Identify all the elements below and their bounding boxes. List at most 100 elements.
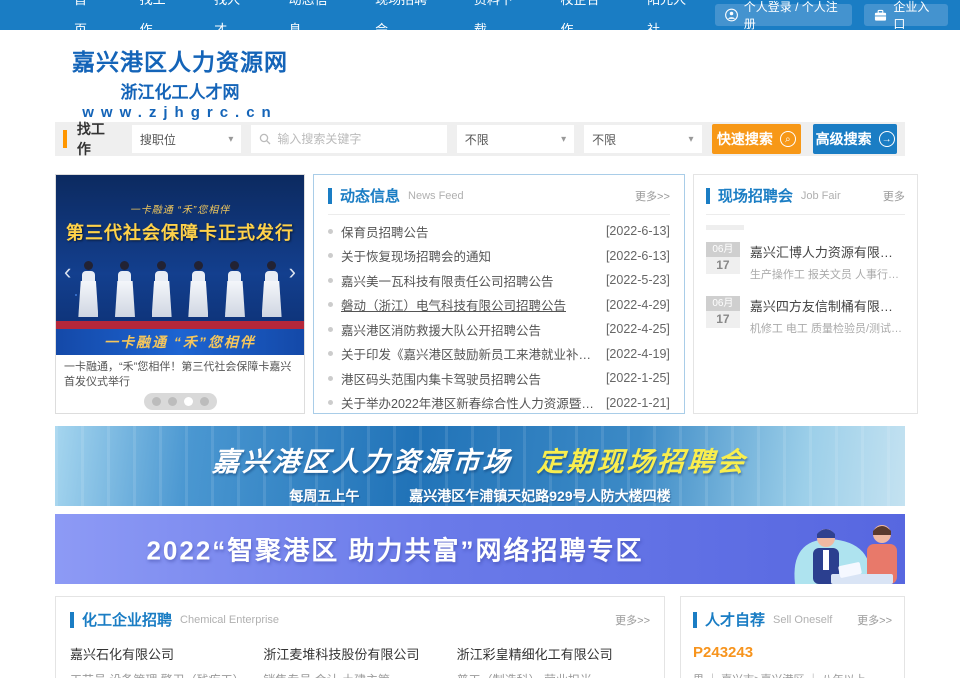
stage-floor <box>56 321 304 329</box>
advanced-search-button[interactable]: 高级搜索 → <box>813 124 897 154</box>
news-item[interactable]: 关于举办2022年港区新春综合性人力资源暨春风... [2022-1-21] <box>328 391 670 416</box>
job-fair-item[interactable]: 06月 17 嘉兴汇博人力资源有限公司 生产操作工 报关文员 人事行政助理... <box>706 242 905 282</box>
chemical-companies: 嘉兴石化有限公司 工艺员 设备管理 警卫（残疾工） 浙江麦堆科技股份有限公司 销… <box>70 644 650 678</box>
quick-search-icon: ⌕ <box>780 131 796 147</box>
panel-accent-bar <box>70 612 74 628</box>
nav-item-job-fair[interactable]: 现场招聘会 <box>356 0 455 45</box>
news-item-link[interactable]: 嘉兴美一瓦科技有限责任公司招聘公告 <box>341 271 554 290</box>
job-fair-item[interactable]: 06月 17 嘉兴四方友信制桶有限公司 机修工 电工 质量检验员/测试员 叉车.… <box>706 296 905 336</box>
news-feed-header: 动态信息 News Feed 更多>> <box>328 185 670 206</box>
news-item-date: [2022-6-13] <box>598 224 670 238</box>
briefcase-icon <box>874 9 887 22</box>
company-jobs: 工艺员 设备管理 警卫（残疾工） <box>70 671 253 678</box>
news-item-link[interactable]: 关于印发《嘉兴港区鼓励新员工来港就业补助操作... <box>341 344 598 363</box>
personal-login-label: 个人登录 / 个人注册 <box>744 0 843 32</box>
news-item[interactable]: 嘉兴港区消防救援大队公开招聘公告 [2022-4-25] <box>328 317 670 342</box>
panel-accent-bar <box>706 188 710 204</box>
stage-person <box>77 261 99 321</box>
carousel-next-arrow-icon[interactable]: › <box>289 261 296 283</box>
news-more-link[interactable]: 更多>> <box>635 188 670 204</box>
news-item-link[interactable]: 关于恢复现场招聘会的通知 <box>341 246 491 265</box>
job-fair-panel: 现场招聘会 Job Fair 更多 06月 17 嘉兴汇博人力资源有限公司 生产… <box>693 174 918 414</box>
news-item[interactable]: 嘉兴美一瓦科技有限责任公司招聘公告 [2022-5-23] <box>328 268 670 293</box>
company-jobs: 普工（制造科） 营业担当 <box>457 671 640 678</box>
carousel-dot[interactable] <box>200 397 209 406</box>
news-item-link[interactable]: 港区码头范围内集卡驾驶员招聘公告 <box>341 369 541 388</box>
search-field-select[interactable]: 搜职位 ▾ <box>132 125 242 153</box>
quick-search-label: 快速搜索 <box>717 129 773 149</box>
banner1-address: 嘉兴港区乍浦镇天妃路929号人防大楼四楼 <box>409 488 670 504</box>
search-icon <box>259 133 271 145</box>
chevron-down-icon: ▾ <box>688 134 693 145</box>
stage-person <box>261 261 283 321</box>
chemical-company[interactable]: 嘉兴石化有限公司 工艺员 设备管理 警卫（残疾工） <box>70 644 263 678</box>
online-recruitment-banner[interactable]: 2022“智聚港区 助力共富”网络招聘专区 <box>55 514 905 584</box>
self-recommendation-header: 人才自荐 Sell Oneself 更多>> <box>693 609 892 630</box>
keyword-input[interactable] <box>277 132 438 146</box>
nav-item-school-cooperation[interactable]: 校企合作 <box>542 0 629 45</box>
person-icon <box>725 8 738 22</box>
chemical-company[interactable]: 浙江麦堆科技股份有限公司 销售专员 会计 土建主管 <box>263 644 456 678</box>
nav-item-home[interactable]: 首 页 <box>55 0 121 45</box>
job-fair-dash-decoration <box>706 225 744 230</box>
carousel-dot[interactable] <box>168 397 177 406</box>
site-logo[interactable]: 嘉兴港区人力资源网 浙江化工人才网 www.zjhgrc.cn <box>55 30 305 121</box>
personal-login-button[interactable]: 个人登录 / 个人注册 <box>715 4 853 26</box>
banner1-title: 嘉兴港区人力资源市场 定期现场招聘会 <box>55 440 905 479</box>
filter2-select[interactable]: 不限 ▾ <box>584 125 701 153</box>
carousel-dot[interactable] <box>152 397 161 406</box>
top-navigation: 首 页 找工作 找人才 动态信息 现场招聘会 资料下载 校企合作 阳光人社 个人… <box>0 0 960 30</box>
nav-item-find-job[interactable]: 找工作 <box>121 0 195 45</box>
enterprise-entry-button[interactable]: 企业入口 <box>864 4 948 26</box>
job-fair-banner[interactable]: 嘉兴港区人力资源市场 定期现场招聘会 每周五上午 嘉兴港区乍浦镇天妃路929号人… <box>55 426 905 506</box>
carousel-slide[interactable]: 一卡融通 “禾”您相伴 第三代社会保障卡正式发行 一卡融通 “禾”您相伴 ‹ › <box>56 175 304 355</box>
job-fair-company[interactable]: 嘉兴四方友信制桶有限公司 <box>750 296 905 315</box>
company-jobs: 销售专员 会计 土建主管 <box>263 671 446 678</box>
filter1-value: 不限 <box>465 131 489 148</box>
news-item[interactable]: 保育员招聘公告 [2022-6-13] <box>328 219 670 244</box>
company-name[interactable]: 嘉兴石化有限公司 <box>70 644 253 663</box>
chemical-subtitle: Chemical Enterprise <box>180 614 279 626</box>
filter1-select[interactable]: 不限 ▾ <box>457 125 574 153</box>
stage-person <box>114 261 136 321</box>
carousel-dot-active[interactable] <box>184 397 193 406</box>
news-item[interactable]: 磐动（浙江）电气科技有限公司招聘公告 [2022-4-29] <box>328 293 670 318</box>
news-item-date: [2022-6-13] <box>598 249 670 263</box>
company-name[interactable]: 浙江麦堆科技股份有限公司 <box>263 644 446 663</box>
carousel-prev-arrow-icon[interactable]: ‹ <box>64 261 71 283</box>
self-recommendation-more-link[interactable]: 更多>> <box>857 612 892 628</box>
stage-person <box>151 261 173 321</box>
job-fair-company[interactable]: 嘉兴汇博人力资源有限公司 <box>750 242 905 261</box>
chemical-more-link[interactable]: 更多>> <box>615 612 650 628</box>
nav-item-find-talent[interactable]: 找人才 <box>195 0 269 45</box>
bullet-icon <box>328 400 333 405</box>
quick-search-button[interactable]: 快速搜索 ⌕ <box>712 124 802 154</box>
arrow-right-icon: → <box>879 131 895 147</box>
company-name[interactable]: 浙江彩皇精细化工有限公司 <box>457 644 640 663</box>
enterprise-entry-label: 企业入口 <box>893 0 938 32</box>
news-item-link[interactable]: 保育员招聘公告 <box>341 222 429 241</box>
chemical-company[interactable]: 浙江彩皇精细化工有限公司 普工（制造科） 营业担当 <box>457 644 650 678</box>
slide-slogan: 一卡融通 “禾”您相伴 <box>56 201 304 216</box>
advanced-search-label: 高级搜索 <box>816 129 872 149</box>
news-item[interactable]: 关于恢复现场招聘会的通知 [2022-6-13] <box>328 244 670 269</box>
divider <box>328 214 670 215</box>
bullet-icon <box>328 253 333 258</box>
job-fair-jobs: 生产操作工 报关文员 人事行政助理... <box>750 266 905 282</box>
chemical-enterprise-panel: 化工企业招聘 Chemical Enterprise 更多>> 嘉兴石化有限公司… <box>55 596 665 678</box>
candidate-id[interactable]: P243243 <box>693 644 892 661</box>
carousel-caption[interactable]: 一卡融通，“禾”您相伴！第三代社会保障卡嘉兴首发仪式举行 <box>56 355 304 390</box>
self-recommendation-subtitle: Sell Oneself <box>773 614 832 626</box>
job-fair-info: 嘉兴汇博人力资源有限公司 生产操作工 报关文员 人事行政助理... <box>750 242 905 282</box>
news-item-link[interactable]: 嘉兴港区消防救援大队公开招聘公告 <box>341 320 541 339</box>
news-item[interactable]: 关于印发《嘉兴港区鼓励新员工来港就业补助操作... [2022-4-19] <box>328 342 670 367</box>
nav-item-sunshine-hr[interactable]: 阳光人社 <box>628 0 715 45</box>
news-item[interactable]: 港区码头范围内集卡驾驶员招聘公告 [2022-1-25] <box>328 366 670 391</box>
nav-item-news[interactable]: 动态信息 <box>270 0 357 45</box>
nav-item-downloads[interactable]: 资料下载 <box>455 0 542 45</box>
bullet-icon <box>328 376 333 381</box>
job-fair-more-link[interactable]: 更多 <box>883 188 905 204</box>
news-item-link[interactable]: 关于举办2022年港区新春综合性人力资源暨春风... <box>341 393 598 412</box>
bullet-icon <box>328 278 333 283</box>
news-item-link[interactable]: 磐动（浙江）电气科技有限公司招聘公告 <box>341 295 566 314</box>
